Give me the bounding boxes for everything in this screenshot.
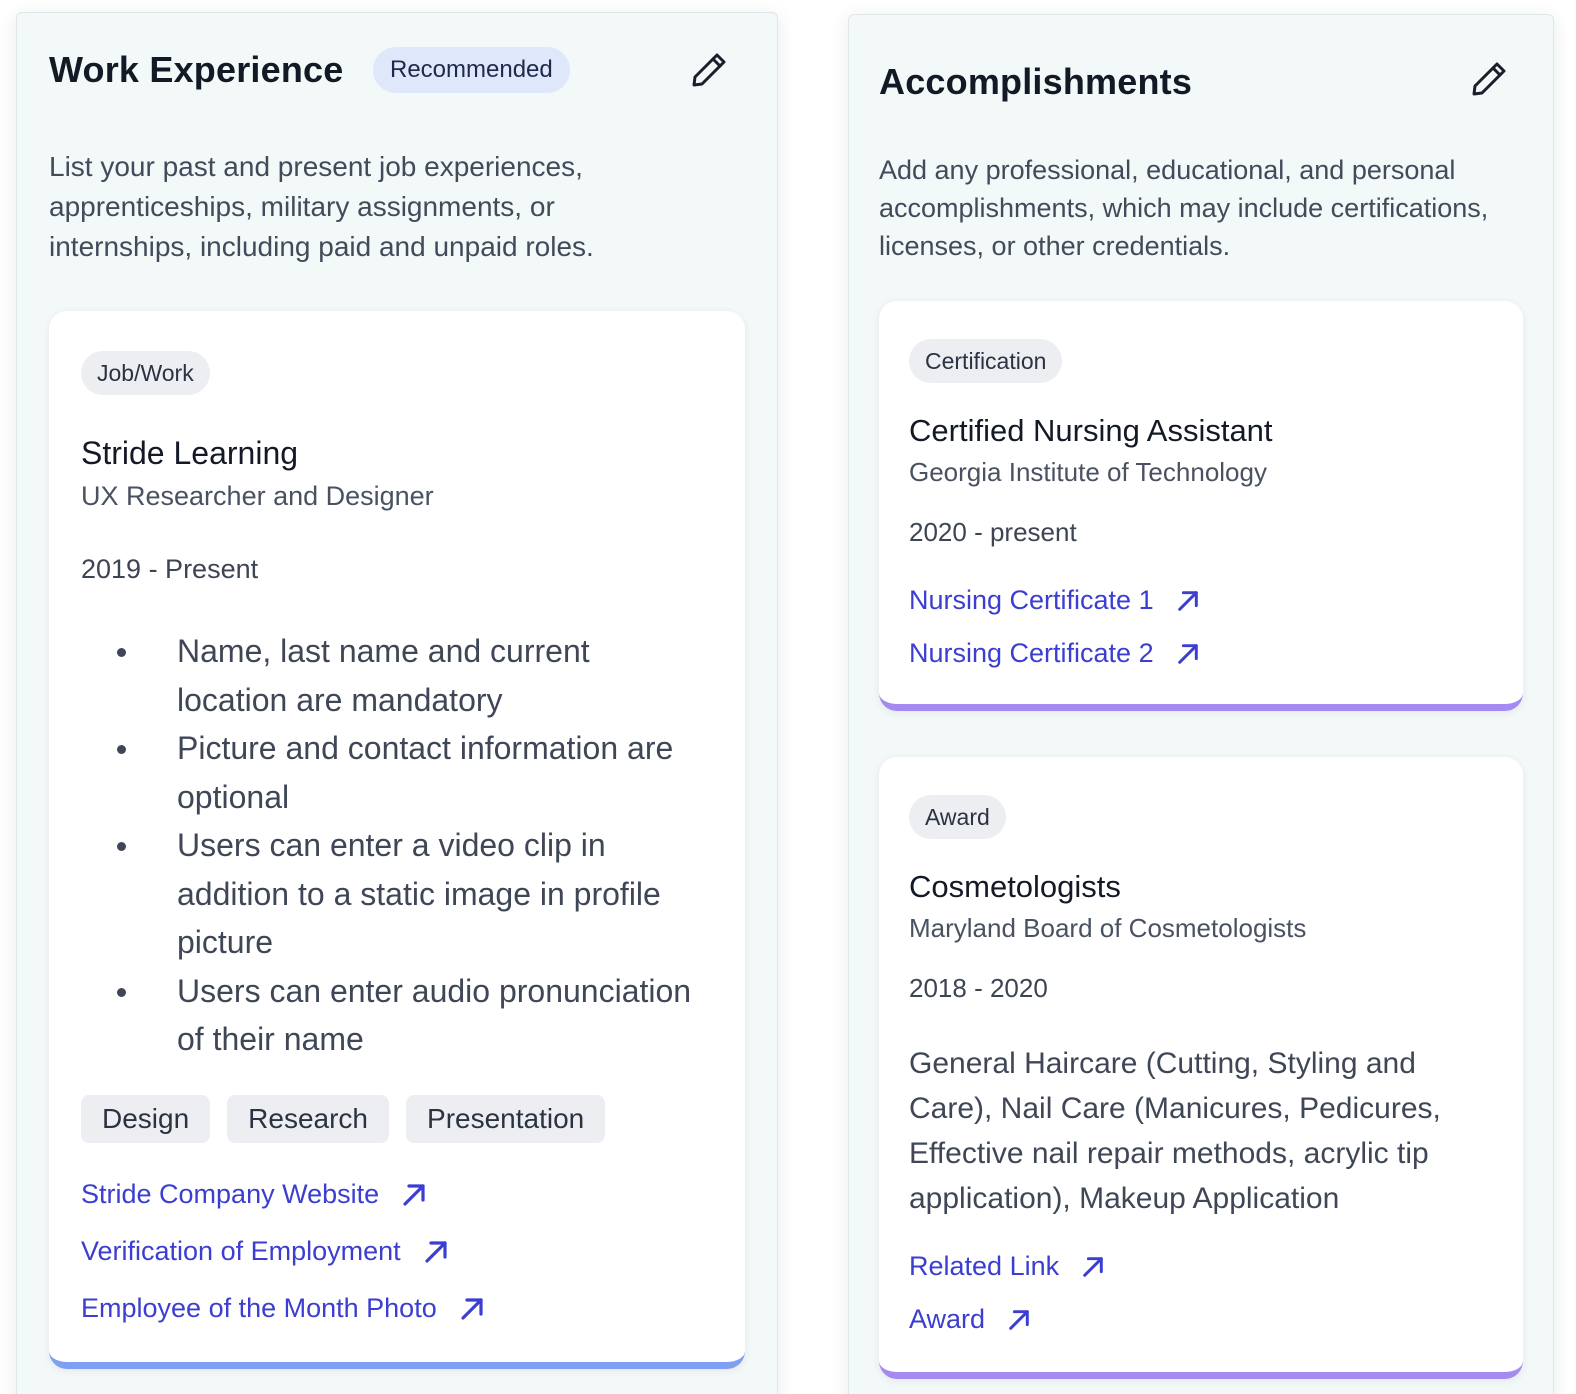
recommended-badge: Recommended xyxy=(373,47,570,93)
skill-tag-presentation: Presentation xyxy=(406,1095,606,1143)
pencil-icon xyxy=(1472,62,1506,96)
arrow-up-right-icon xyxy=(461,1297,483,1320)
skill-tag-research: Research xyxy=(227,1095,390,1143)
entry-organization: Stride Learning xyxy=(81,435,299,471)
certification-card[interactable]: Certification Certified Nursing Assistan… xyxy=(879,301,1523,711)
stride-company-website-link[interactable]: Stride Company Website xyxy=(81,1179,427,1210)
accomplishments-panel: Accomplishments Add any professional, ed… xyxy=(848,14,1554,1394)
pencil-icon xyxy=(692,53,726,87)
entry-type-chip: Award xyxy=(909,795,1006,839)
accomplishment-issuer: Georgia Institute of Technology xyxy=(909,457,1267,487)
accomplishment-title: Certified Nursing Assistant xyxy=(909,413,1273,448)
nursing-certificate-1-link[interactable]: Nursing Certificate 1 xyxy=(909,585,1200,616)
link-label: Verification of Employment xyxy=(81,1236,401,1266)
arrow-up-right-icon xyxy=(1177,643,1198,664)
employee-of-the-month-photo-link[interactable]: Employee of the Month Photo xyxy=(81,1293,485,1324)
arrow-up-right-icon xyxy=(425,1240,447,1263)
work-experience-panel: Work Experience Recommended List your pa… xyxy=(16,12,778,1394)
work-experience-title: Work Experience xyxy=(49,49,344,90)
link-label: Stride Company Website xyxy=(81,1179,380,1209)
link-label: Nursing Certificate 1 xyxy=(909,585,1154,615)
list-item: Users can enter a video clip in addition… xyxy=(117,821,707,967)
link-label: Nursing Certificate 2 xyxy=(909,638,1154,668)
skill-tag-design: Design xyxy=(81,1095,211,1143)
arrow-up-right-icon xyxy=(1083,1256,1103,1277)
award-link[interactable]: Award xyxy=(909,1304,1031,1335)
entry-type-chip: Job/Work xyxy=(81,351,210,395)
edit-accomplishments-button[interactable] xyxy=(1465,55,1513,103)
verification-of-employment-link[interactable]: Verification of Employment xyxy=(81,1236,449,1267)
accomplishment-details: General Haircare (Cutting, Styling and C… xyxy=(909,1047,1441,1215)
link-label: Employee of the Month Photo xyxy=(81,1293,437,1323)
list-item: Picture and contact information are opti… xyxy=(117,724,707,821)
award-card[interactable]: Award Cosmetologists Maryland Board of C… xyxy=(879,757,1523,1379)
work-entry-card[interactable]: Job/Work Stride Learning UX Researcher a… xyxy=(49,311,745,1369)
arrow-up-right-icon xyxy=(1177,590,1198,611)
arrow-up-right-icon xyxy=(403,1183,425,1206)
accomplishment-title: Cosmetologists xyxy=(909,869,1121,904)
skill-tags: Design Research Presentation xyxy=(81,1095,606,1143)
nursing-certificate-2-link[interactable]: Nursing Certificate 2 xyxy=(909,638,1200,669)
arrow-up-right-icon xyxy=(1009,1309,1029,1330)
link-label: Award xyxy=(909,1304,986,1334)
work-experience-description: List your past and present job experienc… xyxy=(49,151,594,262)
list-item: Users can enter audio pronunciation of t… xyxy=(117,967,707,1064)
entry-role: UX Researcher and Designer xyxy=(81,481,434,511)
accomplishments-title: Accomplishments xyxy=(879,61,1193,102)
link-label: Related Link xyxy=(909,1251,1060,1281)
entry-bullet-list: Name, last name and current location are… xyxy=(117,627,707,1064)
accomplishment-dates: 2020 - present xyxy=(909,517,1077,547)
entry-type-chip: Certification xyxy=(909,339,1063,383)
entry-dates: 2019 - Present xyxy=(81,554,259,584)
related-link[interactable]: Related Link xyxy=(909,1251,1105,1282)
accomplishment-dates: 2018 - 2020 xyxy=(909,973,1048,1003)
edit-work-experience-button[interactable] xyxy=(685,46,733,94)
accomplishments-description: Add any professional, educational, and p… xyxy=(879,155,1489,261)
list-item: Name, last name and current location are… xyxy=(117,627,707,724)
accomplishment-issuer: Maryland Board of Cosmetologists xyxy=(909,913,1307,943)
